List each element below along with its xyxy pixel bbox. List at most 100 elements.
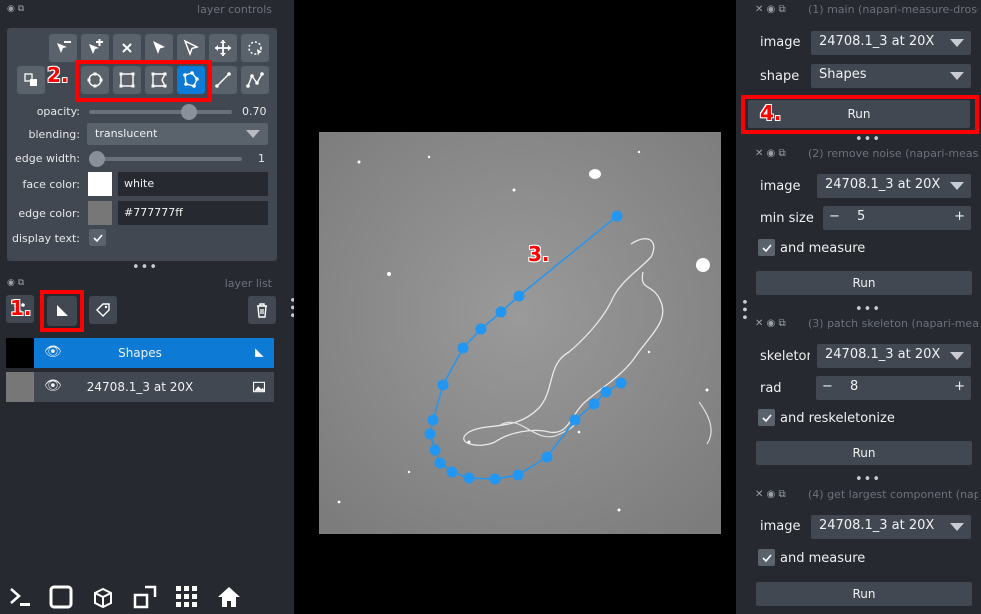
reskeletonize-checkbox[interactable] [758, 409, 775, 426]
image-combo[interactable]: 24708.1_3 at 20X [811, 515, 971, 539]
run-button-4[interactable]: Run [756, 582, 972, 606]
select-plus-icon [89, 39, 103, 54]
transpose-button[interactable] [130, 582, 160, 612]
dock-splitter[interactable]: ••• [736, 298, 751, 321]
select-shapes-button[interactable] [145, 34, 173, 62]
path-vertex[interactable] [495, 306, 507, 318]
shape-combo[interactable]: Shapes [811, 64, 971, 88]
edge-color-swatch[interactable] [88, 201, 112, 225]
remove-selected-button[interactable] [49, 34, 77, 62]
move-to-back-button[interactable] [17, 66, 45, 94]
home-button[interactable] [214, 582, 244, 612]
close-dock-icon[interactable]: ◉ ⧉ [7, 4, 24, 14]
splitter-handle[interactable]: ••• [855, 132, 881, 147]
path-vertex[interactable] [475, 323, 487, 335]
pan-zoom-button[interactable] [209, 34, 237, 62]
layer-name: 24708.1_3 at 20X [86, 380, 194, 394]
widget-close-icon[interactable]: ✕ ◉ ⧉ [755, 148, 786, 159]
roll-dims-button[interactable] [88, 582, 118, 612]
viewer-canvas[interactable]: 3. [294, 0, 736, 614]
new-labels-layer-button[interactable] [89, 296, 117, 324]
run-button-3[interactable]: Run [756, 441, 972, 465]
path-vertex[interactable] [569, 414, 581, 426]
close-icon [122, 43, 132, 53]
blending-value: translucent [95, 127, 158, 140]
edge-color-label: edge color: [18, 207, 80, 220]
lasso-icon [248, 41, 262, 56]
direct-select-button[interactable] [177, 34, 205, 62]
increment-icon[interactable]: + [954, 379, 965, 394]
toggle-ndisplay-button[interactable] [46, 582, 76, 612]
path-vertex[interactable] [434, 457, 446, 469]
decrement-icon[interactable]: − [829, 209, 840, 224]
layer-name: Shapes [118, 346, 162, 360]
edge-width-slider[interactable] [89, 157, 242, 161]
and-measure-checkbox[interactable] [758, 239, 775, 256]
path-vertex[interactable] [513, 290, 525, 302]
annotation-box-2 [75, 60, 212, 102]
blending-combo[interactable]: translucent [87, 123, 268, 145]
path-vertex[interactable] [541, 451, 553, 463]
move-icon [215, 40, 231, 56]
splitter-handle[interactable]: ••• [855, 472, 881, 487]
path-vertex[interactable] [424, 428, 436, 440]
layer-row-image[interactable]: 👁 24708.1_3 at 20X [6, 372, 274, 402]
and-measure-checkbox[interactable] [758, 549, 775, 566]
add-vertex-button[interactable] [81, 34, 109, 62]
skeleton-combo[interactable]: 24708.1_3 at 20X [817, 344, 971, 368]
widget-close-icon[interactable]: ✕ ◉ ⧉ [755, 489, 786, 500]
image-combo[interactable]: 24708.1_3 at 20X [811, 31, 971, 55]
widget-close-icon[interactable]: ✕ ◉ ⧉ [755, 318, 786, 329]
run-button-2[interactable]: Run [756, 271, 972, 295]
add-line-button[interactable] [209, 66, 237, 94]
opacity-slider[interactable] [89, 110, 232, 114]
path-vertex[interactable] [429, 444, 441, 456]
annotation-3: 3. [528, 242, 550, 266]
min-size-spinbox[interactable]: − 5 + [823, 206, 971, 230]
lasso-button[interactable] [241, 34, 269, 62]
rad-spinbox[interactable]: − 8 + [816, 376, 971, 400]
image-combo[interactable]: 24708.1_3 at 20X [817, 174, 971, 198]
add-path-button[interactable] [241, 66, 269, 94]
chevron-down-icon [246, 130, 260, 138]
face-color-swatch[interactable] [88, 172, 112, 196]
console-button[interactable] [6, 582, 36, 612]
path-vertex[interactable] [457, 342, 469, 354]
splitter-handle[interactable]: ••• [132, 260, 158, 275]
annotation-4: 4. [760, 101, 782, 125]
path-vertex[interactable] [427, 414, 439, 426]
path-vertex[interactable] [588, 398, 600, 410]
skeleton-label: skeletor [760, 349, 810, 364]
path-vertex[interactable] [512, 469, 524, 481]
annotation-1: 1. [10, 296, 32, 320]
arrow-select-icon [153, 41, 165, 54]
layer-row-shapes[interactable]: 👁 Shapes [6, 338, 274, 368]
opacity-slider-handle[interactable] [181, 104, 198, 120]
path-vertex[interactable] [437, 379, 449, 391]
delete-layer-button[interactable] [248, 296, 276, 324]
widget-close-icon[interactable]: ✕ ◉ ⧉ [755, 4, 786, 15]
edge-width-slider-handle[interactable] [89, 151, 105, 167]
path-icon [246, 72, 264, 88]
trash-icon [257, 303, 267, 318]
delete-shape-button[interactable] [113, 34, 141, 62]
square-icon [49, 585, 73, 609]
layer-controls-header: layer controls [197, 3, 272, 16]
path-vertex[interactable] [600, 386, 612, 398]
close-dock-icon[interactable]: ◉ ⧉ [7, 278, 24, 288]
display-text-checkbox[interactable] [89, 229, 106, 246]
path-vertex[interactable] [463, 472, 475, 484]
edge-color-input[interactable]: #777777ff [118, 201, 268, 225]
path-vertex[interactable] [446, 466, 458, 478]
path-vertex[interactable] [489, 473, 501, 485]
decrement-icon[interactable]: − [822, 379, 833, 394]
face-color-input[interactable]: white [118, 172, 268, 196]
increment-icon[interactable]: + [954, 209, 965, 224]
grid-view-button[interactable] [172, 582, 202, 612]
arrow-outline-icon [183, 39, 200, 57]
path-vertex[interactable] [615, 377, 627, 389]
checkmark-icon [761, 243, 772, 252]
path-vertex[interactable] [611, 210, 623, 222]
splitter-handle[interactable]: ••• [855, 302, 881, 317]
shapes-layer-type-icon [255, 348, 264, 357]
